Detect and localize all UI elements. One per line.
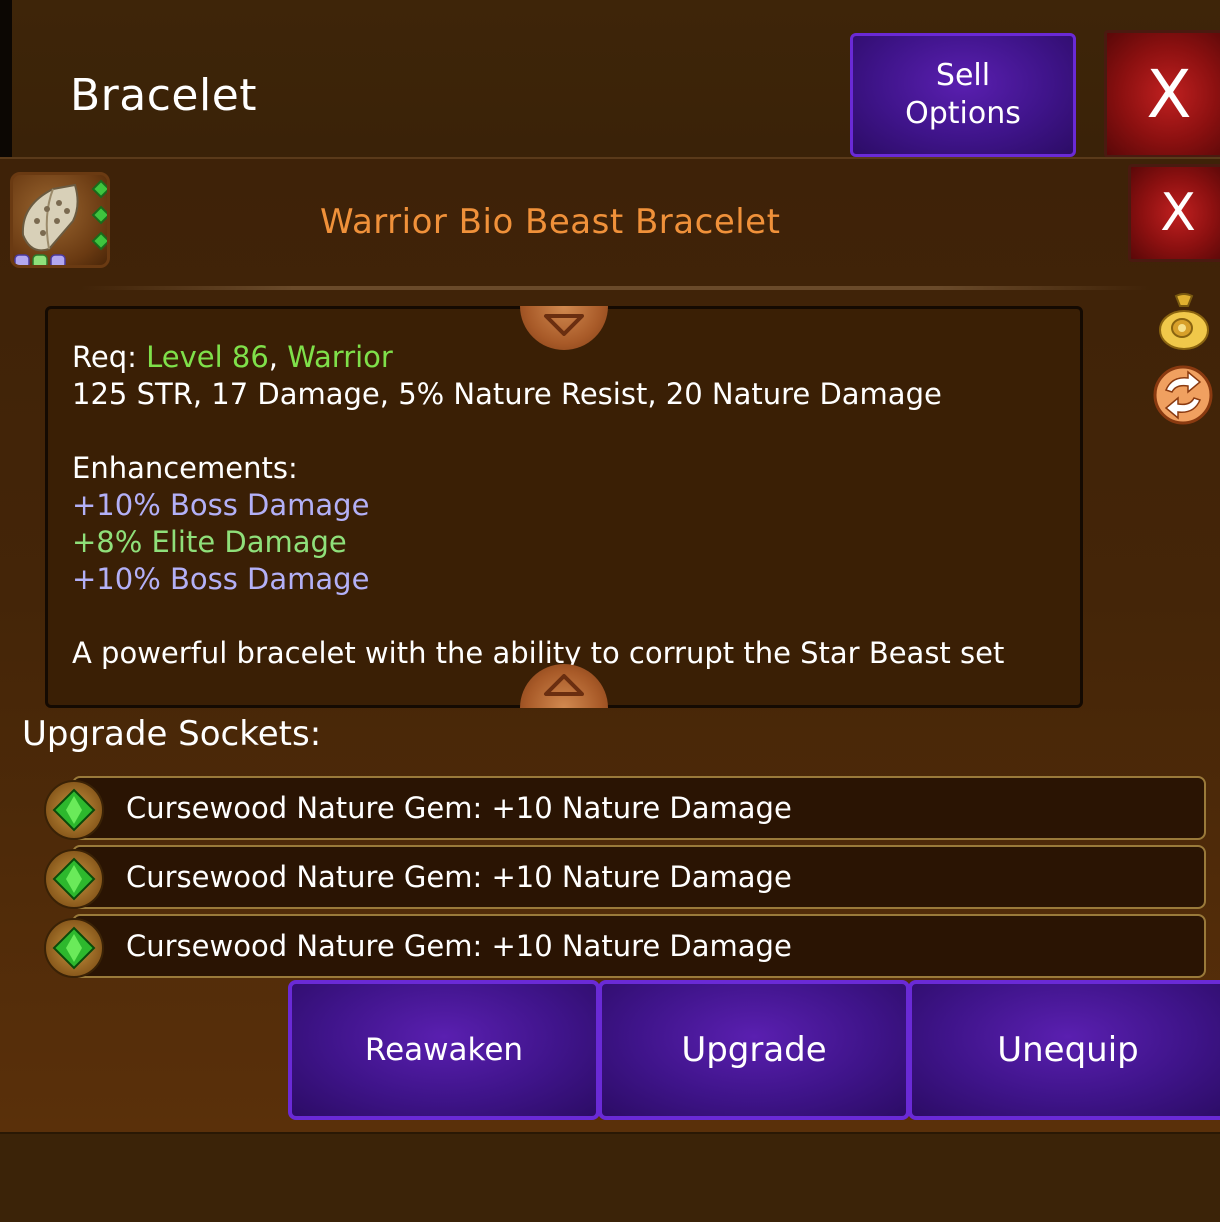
req-class: Warrior [287,340,393,374]
sell-options-label: Sell Options [905,58,1021,131]
upgrade-button[interactable]: Upgrade [598,980,910,1120]
item-name: Warrior Bio Beast Bracelet [320,202,781,242]
enhancement-line: +10% Boss Damage [72,562,370,596]
nature-gem-icon [44,918,104,978]
unequip-button[interactable]: Unequip [908,980,1220,1120]
nature-gem-icon [44,849,104,909]
divider [80,286,1150,290]
reawaken-label: Reawaken [364,1032,524,1068]
enhancement-line: +10% Boss Damage [72,488,370,522]
close-icon: X [1146,55,1192,133]
upgrade-label: Upgrade [681,1030,827,1070]
description-box[interactable]: Req: Level 86, Warrior 125 STR, 17 Damag… [45,306,1083,708]
page-title: Bracelet [70,70,258,121]
stats-line: 125 STR, 17 Damage, 5% Nature Resist, 20… [72,377,942,411]
scroll-down-button[interactable] [520,664,608,708]
swap-icon[interactable] [1152,364,1214,426]
socket-text: Cursewood Nature Gem: +10 Nature Damage [126,860,792,894]
enhancement-line: +8% Elite Damage [72,525,347,559]
chevron-down-icon [544,314,584,336]
close-icon: X [1160,183,1196,243]
scroll-up-button[interactable] [520,306,608,350]
bracelet-icon [10,172,110,268]
socket-row[interactable]: Cursewood Nature Gem: +10 Nature Damage [72,776,1206,840]
socket-text: Cursewood Nature Gem: +10 Nature Damage [126,791,792,825]
req-prefix: Req: [72,340,147,374]
close-item-button[interactable]: X [1128,164,1220,262]
nature-gem-icon [44,780,104,840]
bottom-area [0,1132,1220,1222]
reawaken-button[interactable]: Reawaken [288,980,600,1120]
unequip-label: Unequip [997,1030,1139,1070]
req-separator: , [268,340,288,374]
chevron-up-icon [544,674,584,696]
req-level: Level 86 [146,340,269,374]
socket-row[interactable]: Cursewood Nature Gem: +10 Nature Damage [72,914,1206,978]
socket-text: Cursewood Nature Gem: +10 Nature Damage [126,929,792,963]
sell-options-button[interactable]: Sell Options [850,33,1076,157]
close-window-button[interactable]: X [1104,30,1220,158]
upgrade-sockets-label: Upgrade Sockets: [22,714,322,754]
enhancements-label: Enhancements: [72,451,298,485]
socket-row[interactable]: Cursewood Nature Gem: +10 Nature Damage [72,845,1206,909]
gold-bag-icon[interactable] [1158,292,1210,350]
